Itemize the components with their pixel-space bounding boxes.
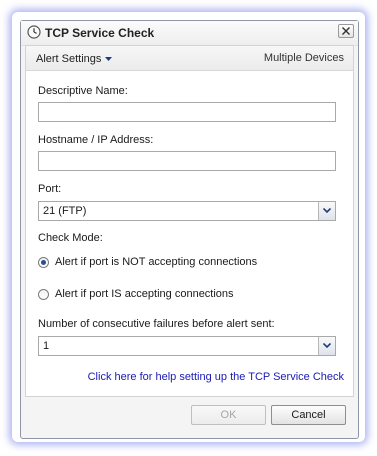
descriptive-name-input[interactable] [38,102,336,122]
tcp-service-check-dialog: TCP Service Check Alert Settings Multipl… [20,20,359,439]
port-value: 21 (FTP) [43,205,87,217]
close-button[interactable] [338,24,354,38]
radio-button-checked[interactable] [38,257,49,268]
port-dropdown-button[interactable] [318,202,335,220]
hostname-input[interactable] [38,151,336,171]
alert-settings-label: Alert Settings [36,53,102,65]
radio-not-accepting-label: Alert if port is NOT accepting connectio… [55,256,258,268]
chevron-down-icon [323,343,331,348]
failures-select[interactable]: 1 [38,336,336,356]
alert-settings-dropdown[interactable]: Alert Settings [36,52,113,65]
hostname-label: Hostname / IP Address: [38,134,154,146]
settings-header: Alert Settings Multiple Devices [26,46,353,71]
cancel-button[interactable]: Cancel [271,405,346,425]
caret-down-icon [105,52,113,64]
ok-button[interactable]: OK [191,405,266,425]
settings-panel: Alert Settings Multiple Devices Descript… [25,45,354,397]
title-bar[interactable]: TCP Service Check [21,21,358,46]
port-select[interactable]: 21 (FTP) [38,201,336,221]
descriptive-name-label: Descriptive Name: [38,85,128,97]
chevron-down-icon [323,208,331,213]
check-mode-label: Check Mode: [38,232,103,244]
failures-label: Number of consecutive failures before al… [38,318,275,330]
failures-dropdown-button[interactable] [318,337,335,355]
close-icon [342,27,350,35]
port-label: Port: [38,183,62,195]
help-link[interactable]: Click here for help setting up the TCP S… [88,371,344,383]
dialog-title: TCP Service Check [45,26,155,40]
radio-button-unchecked[interactable] [38,289,49,300]
multiple-devices-label: Multiple Devices [263,52,344,64]
clock-icon [27,25,41,39]
failures-value: 1 [43,340,50,352]
radio-accepting-label: Alert if port IS accepting connections [55,288,234,300]
